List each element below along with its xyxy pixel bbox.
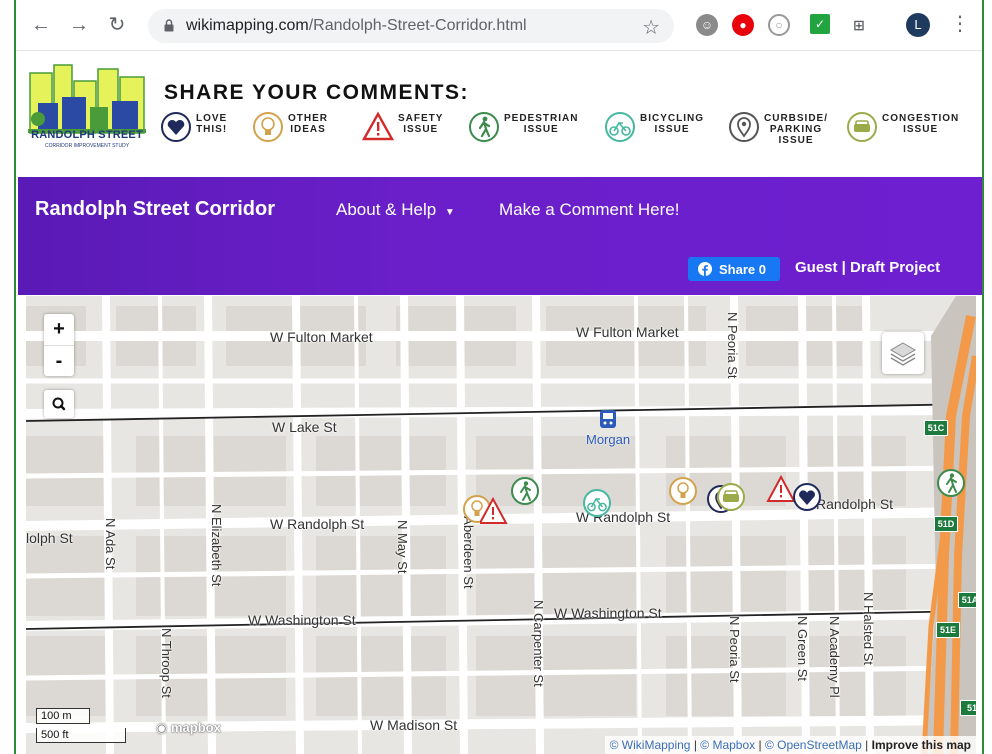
map-search-button[interactable] xyxy=(44,390,74,418)
mapbox-logo[interactable]: ◉ mapbox xyxy=(156,720,221,736)
site-header: Randolph Street Corridor About & Help ▼ … xyxy=(18,177,982,295)
category-label: PEDESTRIAN ISSUE xyxy=(504,113,579,135)
safety-marker-icon[interactable] xyxy=(480,496,510,526)
category-label: SAFETY ISSUE xyxy=(398,113,444,135)
station-label: Morgan xyxy=(586,432,631,447)
lock-icon xyxy=(164,19,174,32)
scale-bar-imperial: 500 ft xyxy=(36,728,126,743)
street-label: W Washington St xyxy=(248,612,356,628)
about-help-menu[interactable]: About & Help ▼ xyxy=(336,200,455,220)
street-label: N Green St xyxy=(795,616,810,682)
pedestrian-marker-icon[interactable] xyxy=(510,476,540,506)
wikimapping-attribution-link[interactable]: © WikiMapping xyxy=(610,738,691,752)
about-help-label: About & Help xyxy=(336,200,437,219)
highway-shield: 51E xyxy=(936,622,960,638)
train-station-icon[interactable] xyxy=(600,410,616,428)
street-label: N Ada St xyxy=(103,518,118,570)
congestion-marker-icon[interactable] xyxy=(716,482,746,512)
street-label: N Academy Pl xyxy=(827,616,842,698)
idea-marker-icon[interactable] xyxy=(668,476,698,506)
checkbox-extension-icon[interactable]: ✓ xyxy=(810,14,830,34)
share-comments-title: SHARE YOUR COMMENTS: xyxy=(164,81,469,104)
lightbulb-icon xyxy=(253,112,283,142)
zoom-out-button[interactable]: - xyxy=(44,346,74,376)
browser-toolbar: ← → ↻ wikimapping.com/Randolph-Street-Co… xyxy=(16,0,982,51)
back-arrow-icon[interactable]: ← xyxy=(30,14,52,36)
highway-shield: 51D xyxy=(934,516,958,532)
bicycle-marker-icon[interactable] xyxy=(582,488,612,518)
search-icon xyxy=(52,397,66,411)
extension-ring-icon[interactable]: ○ xyxy=(768,14,790,36)
user-status[interactable]: Guest | Draft Project xyxy=(795,259,940,276)
street-label: N Peoria St xyxy=(725,312,740,379)
street-label: N Throop St xyxy=(159,628,174,698)
facebook-share-button[interactable]: Share 0 xyxy=(688,257,780,281)
warning-icon xyxy=(362,111,394,141)
layers-button[interactable] xyxy=(882,332,924,374)
category-label: CURBSIDE/ PARKING ISSUE xyxy=(764,113,829,146)
street-label: W Madison St xyxy=(370,717,458,733)
improve-map-link[interactable]: Improve this map xyxy=(872,738,971,752)
site-brand[interactable]: Randolph Street Corridor xyxy=(35,198,275,221)
bicycle-icon xyxy=(605,112,635,142)
category-label: OTHER IDEAS xyxy=(288,113,328,135)
street-label: W Fulton Market xyxy=(576,324,679,340)
bookmark-star-icon[interactable]: ☆ xyxy=(642,15,660,40)
mapbox-circle-icon: ◉ xyxy=(156,720,168,735)
url-domain: wikimapping.com xyxy=(186,17,309,34)
logo-subtitle: CORRIDOR IMPROVEMENT STUDY xyxy=(44,143,130,149)
street-label: W Randolph St xyxy=(270,516,365,532)
grid-extension-icon[interactable]: ⊞ xyxy=(848,14,870,36)
mapbox-logo-label: mapbox xyxy=(170,720,221,735)
category-label: LOVE THIS! xyxy=(196,113,228,135)
caret-down-icon: ▼ xyxy=(444,207,455,218)
street-label: Randolph St xyxy=(816,496,894,512)
street-label: N May St xyxy=(395,520,410,574)
zoom-control: + - xyxy=(44,314,74,376)
pedestrian-marker-icon[interactable] xyxy=(936,468,966,498)
street-label: W Washington St xyxy=(554,605,662,621)
location-pin-icon xyxy=(729,112,759,142)
pedestrian-icon xyxy=(469,112,499,142)
logo-title: RANDOLPH STREET xyxy=(31,129,143,141)
zoom-in-button[interactable]: + xyxy=(44,314,74,344)
street-label: W Lake St xyxy=(272,419,337,435)
category-label: BICYCLING ISSUE xyxy=(640,113,704,135)
layers-icon xyxy=(890,342,916,366)
browser-window: ← → ↻ wikimapping.com/Randolph-Street-Co… xyxy=(14,0,984,754)
map-canvas[interactable]: + - W Fulton Market W Fulton Market W La… xyxy=(26,296,976,754)
osm-attribution-link[interactable]: © OpenStreetMap xyxy=(765,738,862,752)
street-label: N Peoria St xyxy=(727,616,742,683)
highway-shield: 51C xyxy=(924,420,948,436)
street-label: N Elizabeth St xyxy=(209,504,224,587)
url-path: /Randolph-Street-Corridor.html xyxy=(308,17,527,34)
share-count-label: Share 0 xyxy=(719,262,766,277)
address-bar[interactable]: wikimapping.com/Randolph-Street-Corridor… xyxy=(148,9,674,43)
highway-shield: 51A xyxy=(958,592,976,608)
street-label: N Carpenter St xyxy=(531,600,546,687)
randolph-logo-icon xyxy=(28,64,146,134)
reload-icon[interactable]: ↻ xyxy=(106,14,128,36)
highway-shield: 51 xyxy=(960,700,976,716)
map-attribution: © WikiMapping | © Mapbox | © OpenStreetM… xyxy=(604,736,976,754)
mapbox-attribution-link[interactable]: © Mapbox xyxy=(700,738,755,752)
facebook-icon xyxy=(698,262,712,276)
car-icon xyxy=(847,112,877,142)
street-label: W Fulton Market xyxy=(270,329,373,345)
heart-marker-icon[interactable] xyxy=(792,482,822,512)
adblock-extension-icon[interactable]: ● xyxy=(732,14,754,36)
extension-face-icon[interactable]: ☺ xyxy=(696,14,718,36)
street-label: lolph St xyxy=(26,530,73,546)
comment-banner: RANDOLPH STREET CORRIDOR IMPROVEMENT STU… xyxy=(16,51,982,177)
street-label: N Halsted St xyxy=(861,592,876,665)
category-label: CONGESTION ISSUE xyxy=(882,113,960,135)
profile-avatar[interactable]: L xyxy=(906,13,930,37)
heart-icon xyxy=(161,112,191,142)
make-comment-link[interactable]: Make a Comment Here! xyxy=(499,200,679,220)
url-text: wikimapping.com/Randolph-Street-Corridor… xyxy=(186,17,527,35)
more-menu-icon[interactable]: ⋮ xyxy=(950,11,970,37)
forward-arrow-icon[interactable]: → xyxy=(68,14,90,36)
scale-bar-metric: 100 m xyxy=(36,708,90,724)
